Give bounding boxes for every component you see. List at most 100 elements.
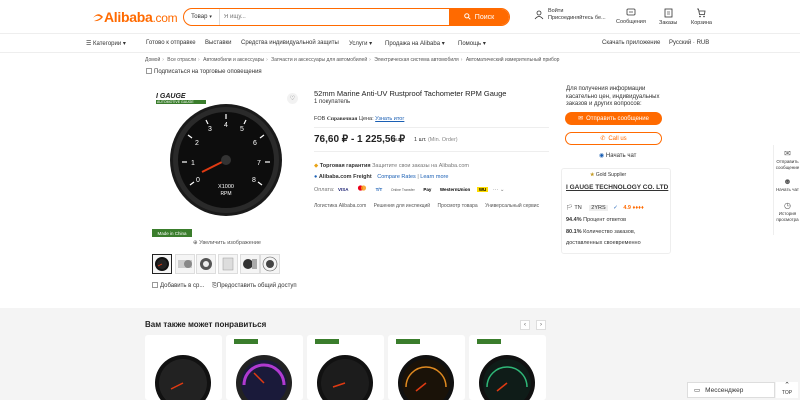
chevron-down-icon[interactable]: ⌄ (500, 187, 505, 193)
divider (314, 127, 549, 128)
service-link[interactable]: Логистика Alibaba.com (314, 203, 366, 209)
product-card[interactable] (469, 335, 546, 400)
breadcrumb-item[interactable]: Автоматический измерительный прибор (466, 57, 560, 63)
clock-icon: ◷ (784, 201, 791, 210)
nav-ready-to-ship[interactable]: Готово к отправке (146, 40, 196, 46)
gauge-number: 7 (257, 160, 261, 167)
thumbnail[interactable] (152, 254, 172, 274)
gallery-actions: Добавить в ср... ⎘Предоставить общий дос… (152, 282, 297, 290)
trade-assurance-row: ◆ Торговая гарантия Защитите свои заказы… (314, 163, 469, 169)
flag-icon: 🏳 (566, 205, 573, 211)
search-bar: Товар ▾ Поиск (183, 8, 510, 26)
favorite-heart-icon[interactable]: ♡ (287, 93, 298, 104)
nav-sell[interactable]: Продажа на Alibaba ▾ (385, 40, 445, 47)
main-product-image[interactable]: 0 1 2 3 4 5 6 7 8 X1000 RPM (150, 90, 303, 238)
breadcrumb: Домой › Все отрасли › Автомобили и аксессу… (145, 57, 560, 63)
on-time-delivery-cont: доставленных своевременно (566, 240, 641, 246)
apple-pay-icon: Pay (423, 187, 432, 192)
chevron-left-icon[interactable]: ‹ (520, 320, 530, 330)
brand-badge: I GAUGE AUTOMOTIVE GAUGE (156, 93, 208, 105)
contact-info: Для получения информации касательно цен,… (566, 86, 660, 107)
back-to-top-button[interactable]: ⌃ TOP (776, 382, 798, 398)
alibaba-logo[interactable]: Alibaba.com (92, 9, 178, 25)
call-us-button[interactable]: ✆ Call us (565, 132, 662, 145)
wu-icon: WU (476, 187, 489, 192)
service-link[interactable]: Универсальный сервис (485, 203, 539, 209)
signin-link[interactable]: Войти Присоединяйтесь бе... (534, 8, 606, 22)
arrow-up-icon: ⌃ (784, 382, 790, 389)
checkbox-icon (146, 68, 152, 74)
gauge-number: 8 (252, 177, 256, 184)
sidebar-start-chat[interactable]: ☻ Начать чат (774, 177, 800, 193)
gauge-number: 2 (195, 140, 199, 147)
nav-categories[interactable]: ☰ Категории ▾ (86, 40, 126, 47)
star-rating-icon: ♦♦♦♦ (632, 205, 644, 211)
add-compare-link[interactable]: Добавить в ср... (152, 282, 204, 289)
messages-link[interactable]: Сообщения (616, 8, 646, 25)
cart-icon (691, 8, 712, 20)
nav-help[interactable]: Помощь ▾ (458, 40, 486, 47)
nav-exhibitions[interactable]: Выставки (205, 40, 232, 46)
gauge-unit: RPM (220, 191, 231, 197)
breadcrumb-item[interactable]: Электрическая система автомобиля (374, 57, 459, 63)
messenger-button[interactable]: ▭ Мессенджер (687, 382, 775, 398)
chevron-right-icon[interactable]: › (536, 320, 546, 330)
gauge-label: X1000 (218, 184, 234, 190)
service-link[interactable]: Просмотр товара (437, 203, 477, 209)
product-title: 52mm Marine Anti-UV Rustproof Tachometer… (314, 89, 507, 98)
sidebar-send-message[interactable]: ✉ Отправить сообщение (774, 149, 800, 170)
nav-ppe[interactable]: Средства индивидуальной защиты (241, 40, 339, 46)
visa-icon: VISA (337, 187, 349, 192)
services-row: Логистика Alibaba.com Решения для инспек… (314, 203, 539, 209)
thumbnail[interactable] (240, 254, 260, 274)
supplier-name[interactable]: I GAUGE TECHNOLOGY CO. LTD (566, 184, 668, 191)
logo-icon (92, 10, 104, 22)
fob-learn-link[interactable]: Узнать итог (375, 116, 404, 122)
compare-rates-link[interactable]: Compare Rates (377, 174, 416, 180)
enlarge-image-link[interactable]: ⊕ Увеличить изображение (193, 240, 261, 246)
breadcrumb-item[interactable]: Автомобили и аксессуары (203, 57, 264, 63)
breadcrumb-item[interactable]: Все отрасли (167, 57, 196, 63)
supplier-meta: 🏳 TN 2YRS ✓ 4.9 ♦♦♦♦ (566, 205, 644, 211)
divider (314, 151, 549, 152)
search-input[interactable] (220, 9, 449, 25)
mail-icon: ✉ (578, 116, 584, 122)
western-union-icon: WesternUnion (439, 187, 471, 192)
product-card[interactable] (307, 335, 384, 400)
breadcrumb-item[interactable]: Домой (145, 57, 160, 63)
gauge-number: 4 (224, 122, 228, 129)
nav-download-app[interactable]: Скачать приложение (602, 40, 660, 46)
start-chat-link[interactable]: ◉ Начать чат (599, 152, 636, 159)
search-button[interactable]: Поиск (449, 9, 509, 25)
nav-language[interactable]: Русский · RUB (669, 40, 709, 46)
avatar: ☻ (783, 177, 792, 186)
service-link[interactable]: Решения для инспекций (374, 203, 430, 209)
search-category-dropdown[interactable]: Товар ▾ (184, 9, 220, 25)
phone-icon: ✆ (600, 136, 606, 142)
learn-more-link[interactable]: Learn more (420, 174, 448, 180)
breadcrumb-item[interactable]: Запчасти и аксессуары для автомобилей (271, 57, 367, 63)
header: Alibaba.com Товар ▾ Поиск Войти Присоеди… (0, 0, 800, 34)
subscribe-alerts[interactable]: Подписаться на торговые оповещения (146, 68, 262, 75)
cart-link[interactable]: Корзина (691, 8, 712, 26)
thumbnail[interactable] (175, 254, 195, 274)
orders-link[interactable]: Заказы (659, 8, 677, 26)
product-card[interactable] (226, 335, 303, 400)
chat-icon: ◉ (599, 153, 605, 159)
response-rate: 94.4% Процент ответов (566, 217, 627, 223)
sidebar-history[interactable]: ◷ История просмотра (774, 201, 800, 222)
thumbnail[interactable] (196, 254, 216, 274)
nav-bar: ☰ Категории ▾ Готово к отправке Выставки… (0, 35, 800, 53)
gold-medal-icon: ★ (590, 172, 595, 178)
thumbnail[interactable] (218, 254, 238, 274)
nav-services[interactable]: Услуги ▾ (349, 40, 372, 47)
on-time-delivery: 80.1% Количество заказов, (566, 229, 636, 235)
share-link[interactable]: ⎘Предоставить общий доступ (212, 283, 297, 289)
product-card[interactable] (388, 335, 465, 400)
freight-icon: ● (314, 174, 318, 180)
product-card[interactable] (145, 335, 222, 400)
send-message-button[interactable]: ✉ Отправить сообщение (565, 112, 662, 125)
chat-icon: ▭ (694, 387, 701, 394)
mastercard-icon (355, 185, 369, 192)
thumbnail[interactable] (260, 254, 280, 274)
